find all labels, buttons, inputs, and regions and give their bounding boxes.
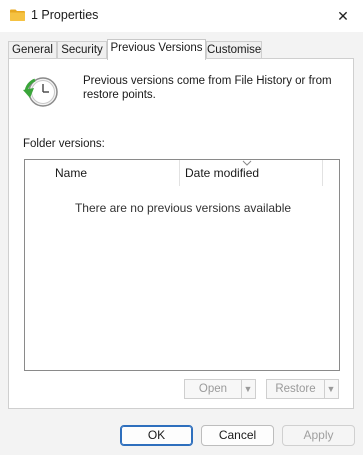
tab-security[interactable]: Security: [57, 41, 107, 59]
sort-chevron-icon: [242, 160, 252, 166]
folder-versions-label: Folder versions:: [23, 138, 105, 150]
versions-list[interactable]: Name Date modified There are no previous…: [24, 159, 340, 371]
restore-dropdown-icon[interactable]: ▼: [324, 380, 338, 398]
tab-general[interactable]: General: [8, 41, 57, 59]
restore-split-button[interactable]: Restore ▼: [266, 379, 339, 399]
tab-previous-versions[interactable]: Previous Versions: [107, 39, 206, 60]
previous-versions-panel: Previous versions come from File History…: [8, 58, 354, 409]
apply-button[interactable]: Apply: [282, 425, 355, 446]
folder-icon: [10, 9, 25, 21]
close-icon: ✕: [337, 7, 349, 24]
empty-message: There are no previous versions available: [74, 201, 292, 215]
info-text: Previous versions come from File History…: [83, 75, 332, 101]
restore-button[interactable]: Restore: [267, 380, 325, 398]
close-button[interactable]: ✕: [323, 0, 363, 32]
open-dropdown-icon[interactable]: ▼: [241, 380, 255, 398]
open-split-button[interactable]: Open ▼: [184, 379, 256, 399]
open-button[interactable]: Open: [185, 380, 242, 398]
ok-button[interactable]: OK: [120, 425, 193, 446]
window-title: 1 Properties: [31, 8, 99, 22]
tab-customise[interactable]: Customise: [206, 41, 262, 59]
tab-strip: General Security Previous Versions Custo…: [8, 39, 358, 60]
title-bar: 1 Properties ✕: [0, 0, 363, 32]
cancel-button[interactable]: Cancel: [201, 425, 274, 446]
history-clock-icon: [23, 77, 58, 107]
column-header-name[interactable]: Name: [25, 160, 180, 186]
